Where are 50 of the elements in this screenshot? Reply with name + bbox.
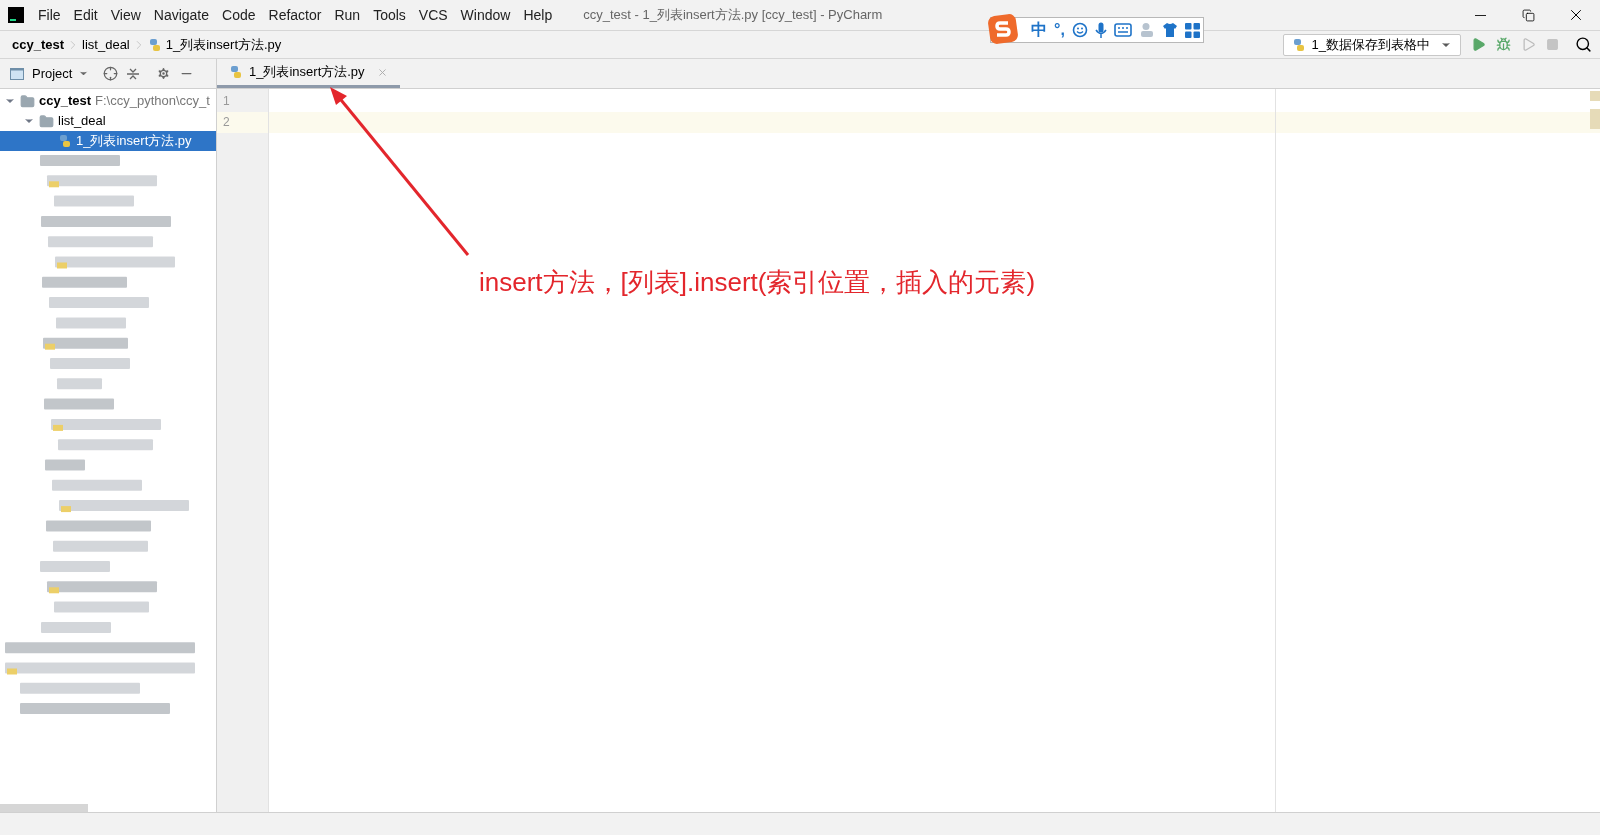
microphone-icon[interactable] [1094,21,1107,39]
python-file-icon [147,37,162,52]
ime-mode[interactable]: 中 [1031,18,1047,42]
menu-item[interactable]: Edit [73,4,98,26]
breadcrumb[interactable]: 1_列表insert方法.py [165,34,282,55]
minimize-icon [1474,14,1486,16]
annotation-text: insert方法，[列表].insert(索引位置，插入的元素) [479,266,1036,299]
tree-item[interactable]: 1_列表insert方法.py [0,131,216,151]
menu-item[interactable]: File [38,4,61,26]
python-file-icon [58,134,72,148]
project-view-dropdown[interactable]: Project [32,63,90,84]
tree-item-path: F:\ccy_python\ccy_t [95,92,210,111]
shirt-icon[interactable] [1161,22,1178,38]
menu-item[interactable]: Window [460,4,511,26]
keyboard-icon[interactable] [1113,23,1132,37]
run-config-dropdown[interactable]: 1_数据保存到表格中 [1282,33,1461,56]
menu-item[interactable]: Code [222,4,256,26]
menu-item[interactable]: Tools [373,4,406,26]
tree-item[interactable]: ccy_test F:\ccy_python\ccy_t [0,91,216,111]
scroll-marker [1590,91,1600,101]
grid-icon[interactable] [1184,22,1200,38]
menu-item[interactable]: Refactor [268,4,322,26]
collapse-icon[interactable] [126,66,141,81]
menu-item[interactable]: View [110,4,141,26]
menu-item[interactable]: Help [523,4,553,26]
breadcrumb[interactable]: ccy_test [12,34,65,55]
scroll-marker [1590,109,1600,129]
locate-icon[interactable] [103,66,119,81]
search-icon[interactable] [1575,36,1592,53]
python-icon [1291,37,1306,52]
settings-icon[interactable] [156,66,172,81]
line-number: 2 [217,112,268,133]
run-icon[interactable] [1471,37,1486,52]
restore-icon [1521,8,1535,22]
debug-icon[interactable] [1496,37,1511,52]
menu-item[interactable]: Navigate [153,4,210,26]
ime-punctuation[interactable]: °, [1054,18,1065,42]
folder-icon [20,93,35,109]
app-logo-icon [8,7,24,23]
window-icon [10,67,24,80]
folder-icon [39,113,54,129]
line-number: 1 [222,93,231,110]
emoji-icon[interactable] [1071,22,1088,38]
python-file-icon [229,65,243,79]
menu-item[interactable]: Run [334,4,361,26]
breadcrumb[interactable]: list_deal [82,34,130,55]
tree-item[interactable]: list_deal [0,111,216,131]
code-editor[interactable]: insert方法，[列表].insert(索引位置，插入的元素) [269,89,1600,812]
window-title: ccy_test - 1_列表insert方法.py [ccy_test] - PyCharm [583,6,883,25]
menu-item[interactable]: VCS [418,4,448,26]
